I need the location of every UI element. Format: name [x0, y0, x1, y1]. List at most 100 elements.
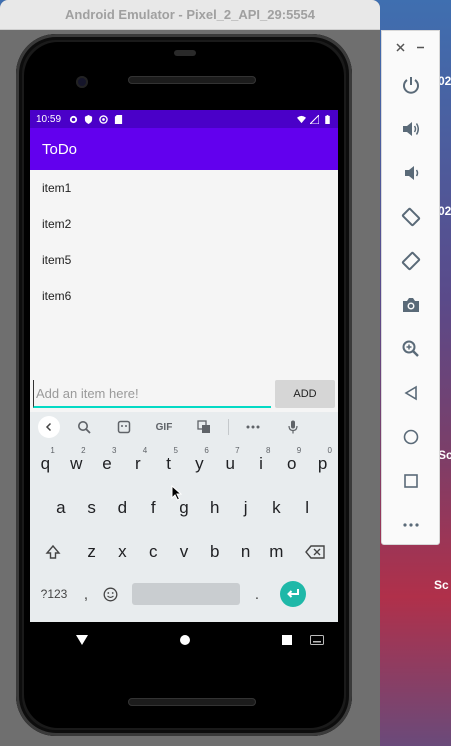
enter-icon: [287, 589, 299, 598]
shift-key[interactable]: [30, 533, 76, 571]
home-nav-icon[interactable]: [179, 634, 191, 646]
sd-card-icon: [114, 114, 123, 124]
earpiece-speaker: [128, 76, 256, 84]
key-d[interactable]: d: [107, 489, 138, 527]
app-title: ToDo: [42, 140, 78, 158]
sticker-button[interactable]: [104, 412, 144, 442]
emulator-window: Android Emulator - Pixel_2_API_29:5554 1…: [0, 0, 380, 746]
key-number-hint: 2: [81, 446, 86, 455]
space-key[interactable]: [132, 583, 240, 605]
list-item[interactable]: item5: [30, 242, 338, 278]
home-button[interactable]: [382, 415, 439, 459]
data-saver-icon: [99, 114, 108, 124]
key-j[interactable]: j: [230, 489, 261, 527]
rotate-left-button[interactable]: [382, 195, 439, 239]
back-button[interactable]: [382, 371, 439, 415]
key-n[interactable]: n: [230, 533, 261, 571]
key-number-hint: 5: [173, 446, 178, 455]
toolbar-divider: [228, 419, 229, 435]
more-options-button[interactable]: [233, 412, 273, 442]
key-c[interactable]: c: [138, 533, 169, 571]
translate-icon: [197, 420, 210, 433]
key-a[interactable]: a: [45, 489, 76, 527]
key-x[interactable]: x: [107, 533, 138, 571]
list-item[interactable]: item6: [30, 278, 338, 314]
comma-key[interactable]: ,: [74, 586, 98, 603]
voice-input-button[interactable]: [273, 412, 313, 442]
device-screen: 10:59 ToDo item1 item2 item5 item6 Add a…: [30, 110, 338, 658]
screenshot-button[interactable]: [382, 283, 439, 327]
key-number-hint: 8: [265, 446, 271, 455]
desktop-label: Sc: [434, 578, 449, 592]
search-button[interactable]: [64, 412, 104, 442]
toolbar-back-button[interactable]: [34, 412, 64, 442]
key-z[interactable]: z: [76, 533, 107, 571]
key-m[interactable]: m: [261, 533, 292, 571]
backspace-icon: [304, 545, 325, 559]
status-time: 10:59: [36, 113, 62, 125]
volume-up-icon: [402, 122, 419, 136]
key-e[interactable]: 3e: [92, 445, 123, 483]
gif-label: GIF: [155, 421, 173, 433]
gif-button[interactable]: GIF: [144, 412, 184, 442]
battery-icon: [325, 114, 330, 124]
volume-down-button[interactable]: [382, 151, 439, 195]
key-i[interactable]: 8i: [246, 445, 277, 483]
add-button[interactable]: ADD: [275, 380, 335, 408]
enter-key[interactable]: [280, 581, 306, 607]
panel-window-controls: [382, 31, 439, 63]
key-label: p: [317, 454, 328, 473]
key-u[interactable]: 7u: [215, 445, 246, 483]
key-number-hint: 0: [327, 446, 332, 455]
key-b[interactable]: b: [199, 533, 230, 571]
overview-button[interactable]: [382, 459, 439, 503]
app-bar: ToDo: [30, 128, 338, 170]
zoom-button[interactable]: [382, 327, 439, 371]
list-item[interactable]: item1: [30, 170, 338, 206]
key-s[interactable]: s: [76, 489, 107, 527]
emoji-key[interactable]: [98, 587, 122, 602]
close-icon[interactable]: [396, 40, 405, 55]
keyboard-row-1: 1q2w3e4r5t6y7u8i9o0p: [30, 442, 338, 486]
search-icon: [78, 421, 91, 434]
zoom-icon: [402, 340, 419, 357]
key-p[interactable]: 0p: [307, 445, 338, 483]
key-h[interactable]: h: [199, 489, 230, 527]
key-number-hint: 1: [50, 446, 55, 455]
key-v[interactable]: v: [169, 533, 200, 571]
period-key[interactable]: .: [250, 586, 264, 603]
volume-up-button[interactable]: [382, 107, 439, 151]
item-input[interactable]: [33, 380, 271, 408]
list-item-label: item6: [42, 289, 72, 303]
key-q[interactable]: 1q: [30, 445, 61, 483]
shift-icon: [45, 544, 61, 559]
list-item[interactable]: item2: [30, 206, 338, 242]
overview-nav-icon[interactable]: [281, 634, 293, 646]
more-horiz-icon: [246, 425, 260, 429]
minimize-icon[interactable]: [416, 40, 425, 55]
back-nav-icon[interactable]: [75, 633, 89, 647]
rotate-right-icon: [401, 251, 420, 271]
key-o[interactable]: 9o: [276, 445, 307, 483]
rotate-right-button[interactable]: [382, 239, 439, 283]
power-button[interactable]: [382, 63, 439, 107]
key-number-hint: 9: [296, 446, 302, 455]
more-button[interactable]: [382, 503, 439, 547]
key-w[interactable]: 2w: [61, 445, 92, 483]
key-y[interactable]: 6y: [184, 445, 215, 483]
key-r[interactable]: 4r: [122, 445, 153, 483]
key-label: t: [166, 454, 171, 473]
key-l[interactable]: l: [292, 489, 323, 527]
overview-icon: [403, 474, 418, 488]
key-label: r: [134, 454, 141, 473]
translate-button[interactable]: [184, 412, 224, 442]
key-number-hint: 4: [142, 446, 148, 455]
keyboard-switch-icon[interactable]: [310, 635, 324, 645]
key-t[interactable]: 5t: [153, 445, 184, 483]
key-f[interactable]: f: [138, 489, 169, 527]
back-icon: [403, 385, 417, 401]
symbols-key[interactable]: ?123: [34, 587, 74, 601]
key-k[interactable]: k: [261, 489, 292, 527]
backspace-key[interactable]: [292, 533, 338, 571]
window-titlebar[interactable]: Android Emulator - Pixel_2_API_29:5554: [0, 0, 380, 30]
